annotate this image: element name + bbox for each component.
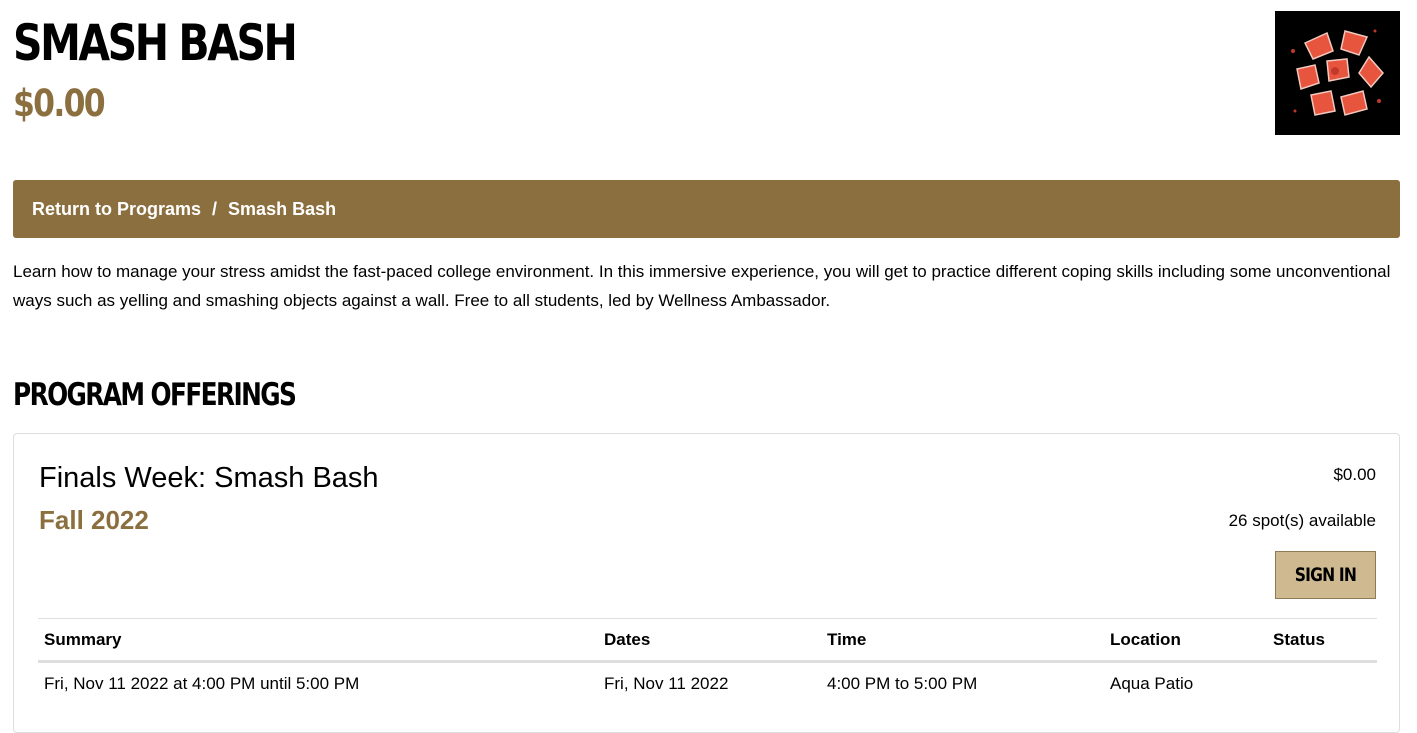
offering-schedule-table: Summary Dates Time Location Status Fri, … [38,618,1377,705]
column-header-location: Location [1104,618,1267,663]
offering-name: Finals Week: Smash Bash [39,462,379,494]
breadcrumb: Return to Programs / Smash Bash [13,180,1400,238]
offering-card: Finals Week: Smash Bash Fall 2022 $0.00 … [13,433,1400,733]
program-price: $0.00 [13,82,106,125]
offering-term: Fall 2022 [39,505,149,535]
column-header-time: Time [821,618,1104,663]
program-description: Learn how to manage your stress amidst t… [13,262,1391,310]
cell-summary: Fri, Nov 11 2022 at 4:00 PM until 5:00 P… [44,674,360,693]
cell-location: Aqua Patio [1110,674,1194,693]
offering-price: $0.00 [1333,465,1376,484]
program-offerings-heading: PROGRAM OFFERINGS [13,377,297,413]
breadcrumb-current: Smash Bash [228,198,337,219]
column-header-summary: Summary [38,618,598,663]
page-title: SMASH BASH [13,14,298,72]
cell-dates: Fri, Nov 11 2022 [604,674,729,693]
sign-in-label: SIGN IN [1294,564,1357,586]
cell-status [1267,662,1377,706]
plate-shards-icon [1275,11,1400,135]
table-row: Fri, Nov 11 2022 at 4:00 PM until 5:00 P… [38,662,1377,706]
cell-time: 4:00 PM to 5:00 PM [827,674,978,693]
table-header-row: Summary Dates Time Location Status [38,618,1377,663]
smashed-plates-image [1275,11,1400,135]
return-to-programs-link[interactable]: Return to Programs [32,199,201,220]
column-header-dates: Dates [598,618,821,663]
breadcrumb-separator: / [212,198,218,219]
sign-in-button[interactable]: SIGN IN [1275,551,1376,599]
spots-available: 26 spot(s) available [1228,511,1376,530]
column-header-status: Status [1267,618,1377,663]
